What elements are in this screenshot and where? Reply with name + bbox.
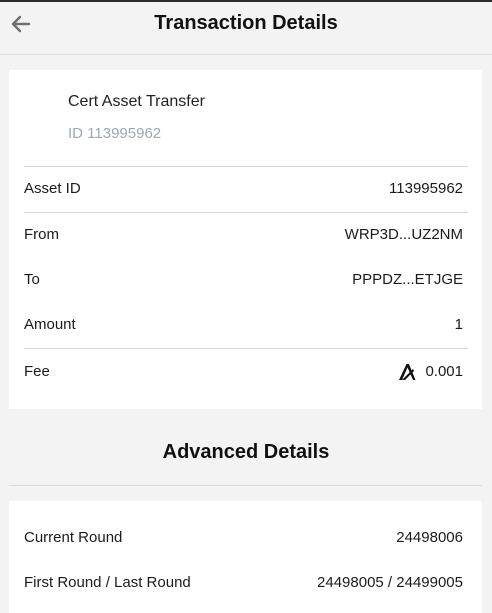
from-label: From	[24, 225, 59, 243]
first-last-round-row: First Round / Last Round 24498005 / 2449…	[24, 570, 463, 594]
asset-id-value[interactable]: 113995962	[389, 180, 463, 197]
to-label: To	[24, 270, 40, 288]
transaction-id: ID 113995962	[68, 125, 162, 142]
divider	[24, 166, 468, 167]
asset-id-row: Asset ID 113995962	[24, 176, 463, 200]
app-header: Transaction Details	[0, 2, 492, 55]
current-round-row: Current Round 24498006	[24, 525, 463, 549]
divider	[24, 348, 468, 349]
advanced-details-card: Current Round 24498006 First Round / Las…	[9, 501, 482, 613]
from-address[interactable]: WRP3D...UZ2NM	[345, 226, 463, 243]
fee-label: Fee	[24, 362, 50, 380]
to-row: To PPPDZ...ETJGE	[24, 267, 463, 291]
divider	[24, 212, 468, 213]
transaction-type-title: Cert Asset Transfer	[68, 93, 205, 110]
section-divider	[9, 485, 482, 486]
first-last-round-value: 24498005 / 24499005	[317, 573, 463, 591]
fee-row: Fee 0.001	[24, 359, 463, 383]
transaction-summary-card: Cert Asset Transfer ID 113995962 Asset I…	[9, 70, 482, 409]
page-title: Transaction Details	[154, 12, 338, 34]
fee-value: 0.001	[425, 362, 463, 380]
from-row: From WRP3D...UZ2NM	[24, 222, 463, 246]
current-round-label: Current Round	[24, 528, 123, 546]
amount-label: Amount	[24, 315, 76, 333]
first-last-round-label: First Round / Last Round	[24, 573, 191, 591]
algorand-logo-icon	[399, 364, 416, 380]
to-address[interactable]: PPPDZ...ETJGE	[352, 271, 463, 288]
advanced-details-title: Advanced Details	[162, 441, 330, 463]
fee-value-group: 0.001	[397, 361, 463, 381]
asset-id-label: Asset ID	[24, 179, 81, 197]
current-round-value: 24498006	[396, 528, 463, 546]
amount-row: Amount 1	[24, 312, 463, 336]
amount-value: 1	[454, 315, 463, 333]
